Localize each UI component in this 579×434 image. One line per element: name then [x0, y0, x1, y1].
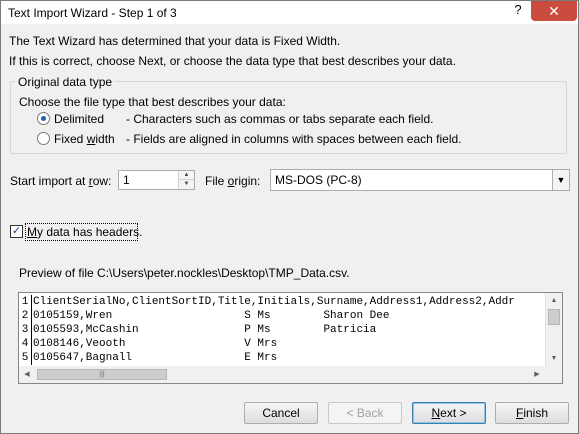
vertical-scrollbar[interactable]: ▲ ▼ — [545, 293, 562, 366]
preview-lines: 1 ClientSerialNo,ClientSortID,Title,Initi… — [19, 295, 546, 365]
delimited-label-text: Delimited — [54, 112, 105, 126]
file-origin-label-prefix: File — [205, 174, 228, 188]
preview-line: 2 0105159,Wren S Ms Sharon Dee — [19, 309, 546, 323]
next-button[interactable]: Next > — [412, 402, 486, 424]
file-origin-label: File origin: — [205, 174, 260, 188]
preview-label: Preview of file C:\Users\peter.nockles\D… — [19, 266, 350, 280]
title-bar: Text Import Wizard - Step 1 of 3 ? ✕ — [1, 1, 578, 24]
headers-label[interactable]: My data has headers. — [27, 225, 142, 239]
help-button[interactable]: ? — [509, 2, 527, 18]
next-label-suffix: ext > — [440, 406, 467, 420]
scroll-down-arrow-icon[interactable]: ▼ — [546, 351, 562, 366]
line-text: ClientSerialNo,ClientSortID,Title,Initia… — [33, 296, 515, 308]
line-number: 1 — [19, 295, 32, 309]
delimited-radio[interactable] — [37, 112, 50, 125]
text-import-wizard-dialog: Text Import Wizard - Step 1 of 3 ? ✕ The… — [0, 0, 579, 434]
finish-label-suffix: inish — [523, 406, 549, 420]
file-type-prompt: Choose the file type that best describes… — [19, 95, 286, 109]
chevron-down-icon[interactable]: ▼ — [552, 170, 569, 190]
line-number: 3 — [19, 323, 32, 337]
fixed-width-label-suffix: idth — [95, 132, 115, 146]
scroll-left-arrow-icon[interactable]: ◀ — [19, 366, 35, 383]
close-button[interactable]: ✕ — [531, 1, 577, 21]
spinner-buttons: ▲ ▼ — [178, 171, 194, 189]
scroll-up-arrow-icon[interactable]: ▲ — [546, 293, 562, 308]
fixed-width-label[interactable]: Fixed width — [54, 132, 115, 146]
line-text: 0105647,Bagnall E Mrs — [33, 352, 278, 364]
line-text: 0108146,Veooth V Mrs — [33, 338, 278, 350]
horizontal-scroll-thumb[interactable]: ||| — [37, 369, 167, 380]
start-row-value[interactable]: 1 — [123, 173, 130, 187]
start-row-spinner[interactable]: 1 ▲ ▼ — [118, 170, 195, 190]
preview-line: 1 ClientSerialNo,ClientSortID,Title,Initi… — [19, 295, 546, 309]
file-origin-label-suffix: rigin: — [234, 174, 261, 188]
fixed-width-radio[interactable] — [37, 132, 50, 145]
fixed-width-description: - Fields are aligned in columns with spa… — [126, 132, 462, 146]
vertical-scroll-thumb[interactable] — [548, 309, 560, 325]
intro-line-2: If this is correct, choose Next, or choo… — [9, 54, 456, 68]
start-row-label-suffix: ow: — [92, 174, 112, 188]
horizontal-scrollbar[interactable]: ◀ ||| ▶ — [19, 366, 545, 383]
preview-line: 4 0108146,Veooth V Mrs — [19, 337, 546, 351]
spinner-down-arrow-icon[interactable]: ▼ — [179, 180, 194, 189]
fixed-width-label-prefix: Fixed — [54, 132, 87, 146]
file-origin-value: MS-DOS (PC-8) — [275, 173, 362, 187]
preview-pane[interactable]: 1 ClientSerialNo,ClientSortID,Title,Initi… — [18, 292, 563, 384]
spinner-up-arrow-icon[interactable]: ▲ — [179, 171, 194, 180]
line-number: 4 — [19, 337, 32, 351]
start-row-label-prefix: Start import at — [10, 174, 89, 188]
intro-line-1: The Text Wizard has determined that your… — [9, 34, 341, 48]
headers-label-suffix: y data has headers. — [37, 225, 143, 239]
cancel-button[interactable]: Cancel — [244, 402, 318, 424]
start-row-label: Start import at row: — [10, 174, 111, 188]
back-button[interactable]: < Back — [328, 402, 402, 424]
window-title: Text Import Wizard - Step 1 of 3 — [8, 6, 177, 20]
next-access-key: N — [431, 406, 441, 420]
line-text: 0105593,McCashin P Ms Patricia — [33, 324, 377, 336]
group-legend: Original data type — [15, 75, 116, 89]
delimited-label[interactable]: Delimited — [54, 112, 104, 126]
line-number: 2 — [19, 309, 32, 323]
preview-line: 5 0105647,Bagnall E Mrs — [19, 351, 546, 365]
preview-line: 3 0105593,McCashin P Ms Patricia — [19, 323, 546, 337]
scrollbar-corner — [545, 366, 562, 383]
headers-access-key: M — [27, 225, 37, 239]
line-text: 0105159,Wren S Ms Sharon Dee — [33, 310, 390, 322]
line-number: 5 — [19, 351, 32, 365]
headers-checkbox[interactable]: ✓ — [10, 225, 23, 238]
file-origin-select[interactable]: MS-DOS (PC-8) ▼ — [270, 169, 570, 191]
scroll-right-arrow-icon[interactable]: ▶ — [529, 366, 545, 383]
delimited-description: - Characters such as commas or tabs sepa… — [126, 112, 434, 126]
finish-button[interactable]: Finish — [495, 402, 569, 424]
